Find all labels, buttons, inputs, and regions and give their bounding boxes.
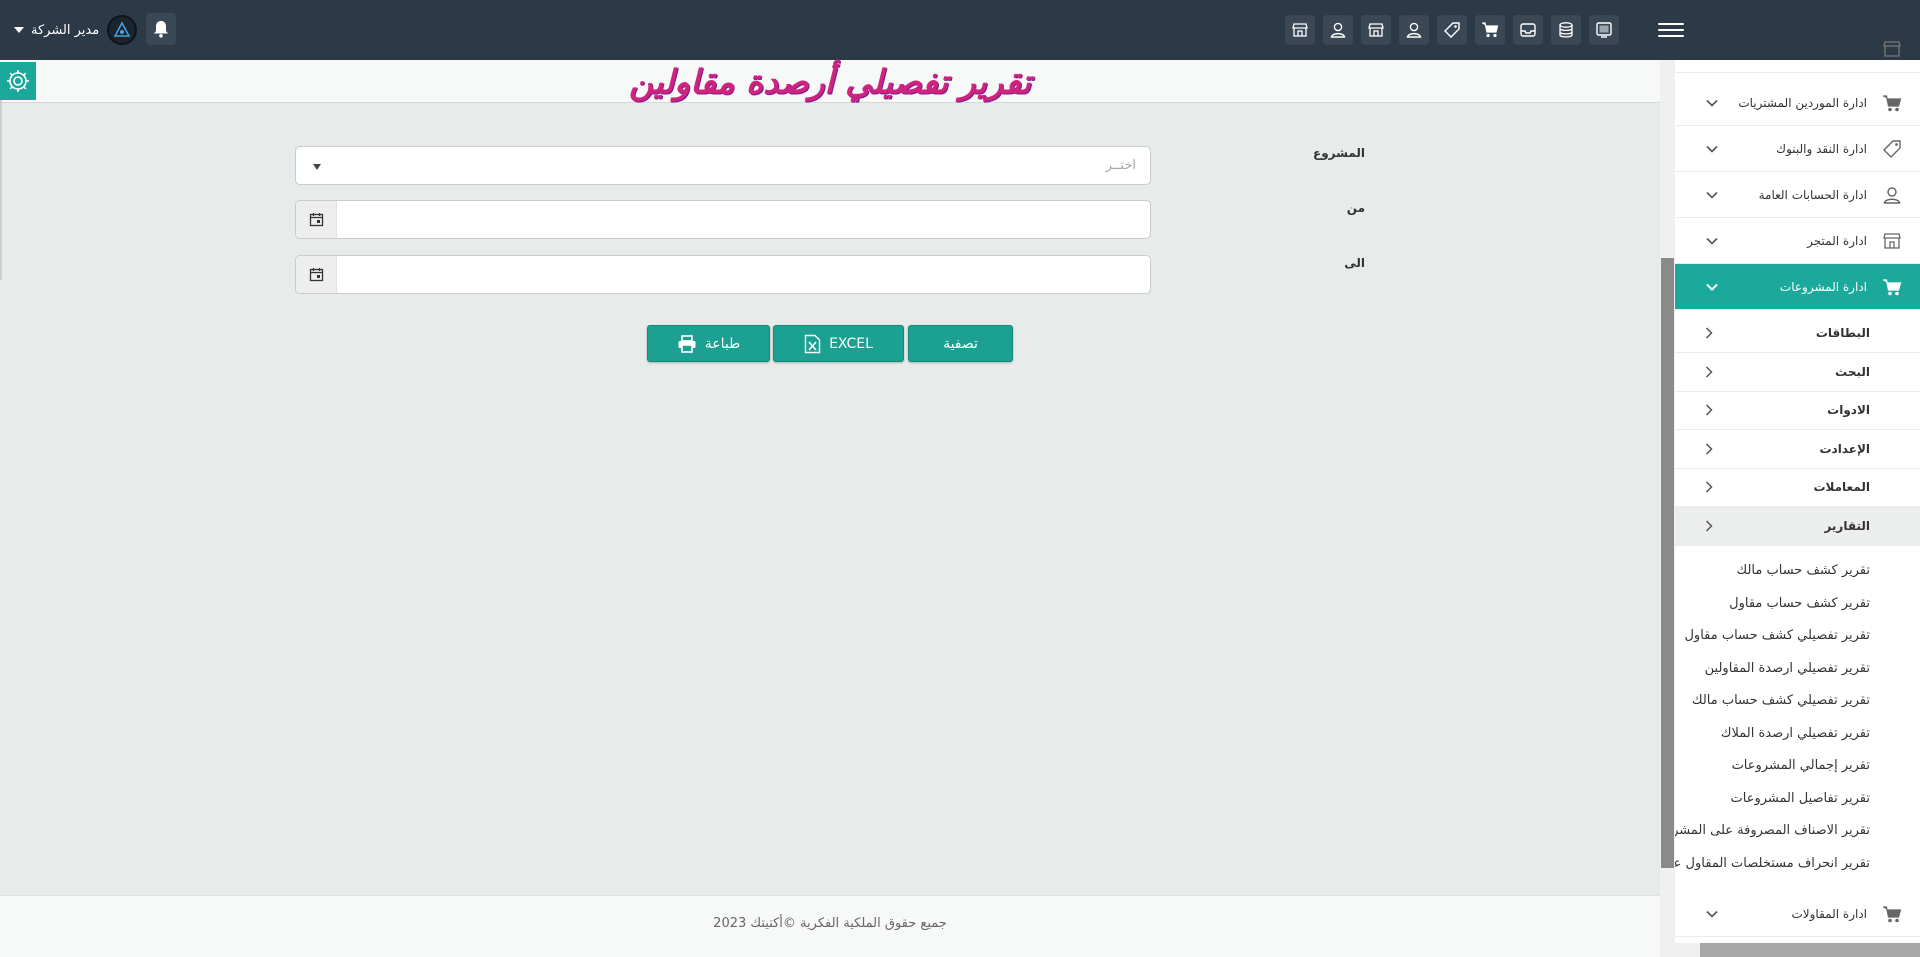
sidebar-item-partial[interactable] xyxy=(1675,40,1920,73)
user-name: مدير الشركة xyxy=(31,22,100,38)
print-button-label: طباعة xyxy=(704,335,741,352)
report-link[interactable]: تقرير تفصيلي ارصدة الملاك xyxy=(1721,726,1870,741)
sidebar-subitem-label: التقارير xyxy=(1824,519,1870,533)
store-icon[interactable] xyxy=(1285,15,1315,45)
logo-icon xyxy=(113,21,131,37)
sidebar-item-contracting[interactable]: ادارة المقاولات xyxy=(1675,891,1920,937)
store-icon xyxy=(1879,228,1905,254)
report-link[interactable]: تقرير تفصيلي كشف حساب مالك xyxy=(1692,693,1870,708)
sidebar-subitem-search[interactable]: البحث xyxy=(1675,353,1920,392)
chevron-right-icon xyxy=(1703,327,1715,339)
report-link[interactable]: تقرير تفصيلي ارصدة المقاولين xyxy=(1705,661,1870,676)
page-header: تقرير تفصيلي أرصدة مقاولين xyxy=(0,60,1660,103)
tag-icon[interactable] xyxy=(1437,15,1467,45)
sidebar-item-cash-banks[interactable]: ادارة النقد والبنوك xyxy=(1675,126,1920,172)
chevron-down-icon xyxy=(1705,907,1719,921)
sidebar-horizontal-scrollbar-thumb[interactable] xyxy=(1700,943,1920,957)
chevron-right-icon xyxy=(1703,366,1715,378)
page-title: تقرير تفصيلي أرصدة مقاولين xyxy=(628,62,1032,101)
report-link[interactable]: تقرير كشف حساب مالك xyxy=(1737,563,1870,578)
cart-icon xyxy=(1879,274,1905,300)
project-select-placeholder: اختــر xyxy=(1105,158,1136,173)
calendar-icon[interactable] xyxy=(296,256,337,293)
sidebar-item-projects[interactable]: ادارة المشروعات xyxy=(1675,264,1920,310)
cart-icon xyxy=(1879,90,1905,116)
filter-button-label: تصفية xyxy=(943,335,978,352)
from-date-field[interactable] xyxy=(295,200,1151,239)
cart-icon xyxy=(1879,901,1905,927)
to-date-field[interactable] xyxy=(295,255,1151,294)
sidebar-item-label: ادارة المشروعات xyxy=(1779,279,1867,294)
avatar xyxy=(107,15,138,45)
store-icon xyxy=(1879,40,1905,62)
database-icon[interactable] xyxy=(1551,15,1581,45)
sidebar-item-suppliers[interactable]: ادارة الموردين المشتريات xyxy=(1675,80,1920,126)
hamburger-menu-icon[interactable] xyxy=(1658,18,1684,42)
select-arrow-icon xyxy=(313,164,321,170)
project-select[interactable]: اختــر xyxy=(295,146,1151,185)
excel-button-label: EXCEL xyxy=(829,335,873,352)
report-link[interactable]: تقرير تفاصيل المشروعات xyxy=(1731,791,1870,806)
sidebar-subitem-label: المعاملات xyxy=(1813,480,1870,494)
printer-icon xyxy=(678,334,696,353)
top-navbar: مدير الشركة xyxy=(0,0,1920,60)
sidebar-subitem-label: الإعدادت xyxy=(1819,442,1870,456)
sidebar-subitem-cards[interactable]: البطاقات xyxy=(1675,314,1920,353)
notifications-button[interactable] xyxy=(146,13,176,45)
bell-icon xyxy=(154,21,168,38)
settings-gear-icon[interactable] xyxy=(0,62,36,100)
from-date-label: من xyxy=(1346,201,1365,215)
sidebar-subitem-reports[interactable]: التقارير xyxy=(1675,507,1920,546)
tag-icon xyxy=(1879,136,1905,162)
chevron-down-icon xyxy=(1705,280,1719,294)
chevron-right-icon xyxy=(1703,520,1715,532)
reports-list: تقرير كشف حساب مالك تقرير كشف حساب مقاول… xyxy=(1675,546,1920,876)
sidebar-subitem-label: الادوات xyxy=(1827,403,1870,417)
footer-copyright: جميع حقوق الملكية الفكرية ©أكتيتك 2023 xyxy=(713,916,947,931)
excel-button[interactable]: EXCEL xyxy=(773,325,904,362)
sidebar-item-label: ادارة النقد والبنوك xyxy=(1776,141,1867,156)
user-menu[interactable]: مدير الشركة xyxy=(14,12,138,48)
sidebar-item-label: ادارة المتجر xyxy=(1807,233,1867,248)
filter-button[interactable]: تصفية xyxy=(908,325,1013,362)
chevron-right-icon xyxy=(1703,404,1715,416)
footer: جميع حقوق الملكية الفكرية ©أكتيتك 2023 xyxy=(0,895,1660,957)
chevron-down-icon xyxy=(1705,234,1719,248)
sidebar-item-general-accounts[interactable]: ادارة الحسابات العامة xyxy=(1675,172,1920,218)
caret-down-icon xyxy=(14,27,24,33)
sidebar-subitem-tools[interactable]: الادوات xyxy=(1675,391,1920,430)
report-link[interactable]: تقرير انحراف مستخلصات المقاول عن المقايس… xyxy=(1675,856,1870,871)
sidebar-scrollbar-thumb[interactable] xyxy=(1661,258,1674,868)
sidebar-subitem-label: البحث xyxy=(1835,365,1870,379)
calendar-icon[interactable] xyxy=(296,201,337,238)
report-link[interactable]: تقرير إجمالي المشروعات xyxy=(1732,758,1870,773)
sidebar-item-label: ادارة الحسابات العامة xyxy=(1758,187,1867,202)
project-label: المشروع xyxy=(1313,146,1365,160)
report-link[interactable]: تقرير الاصناف المصروفة على المشروع xyxy=(1675,823,1870,838)
user-icon xyxy=(1879,182,1905,208)
user-icon[interactable] xyxy=(1399,15,1429,45)
sidebar-item-label: ادارة الموردين المشتريات xyxy=(1738,95,1867,110)
sidebar-subitem-transactions[interactable]: المعاملات xyxy=(1675,468,1920,507)
report-link[interactable]: تقرير تفصيلي كشف حساب مقاول xyxy=(1684,628,1870,643)
sidebar-item-label: ادارة المقاولات xyxy=(1791,906,1868,921)
store-icon[interactable] xyxy=(1361,15,1391,45)
monitor-icon[interactable] xyxy=(1589,15,1619,45)
print-button[interactable]: طباعة xyxy=(647,325,770,362)
chevron-right-icon xyxy=(1703,481,1715,493)
chevron-down-icon xyxy=(1705,142,1719,156)
sidebar-item-store[interactable]: ادارة المتجر xyxy=(1675,218,1920,264)
chevron-right-icon xyxy=(1703,443,1715,455)
left-edge-divider xyxy=(0,100,2,280)
chevron-down-icon xyxy=(1705,188,1719,202)
sidebar-subitem-label: البطاقات xyxy=(1815,326,1870,340)
sidebar-subitem-settings[interactable]: الإعدادت xyxy=(1675,430,1920,469)
user-icon[interactable] xyxy=(1323,15,1353,45)
to-date-label: الى xyxy=(1344,256,1365,270)
chevron-down-icon xyxy=(1705,96,1719,110)
excel-file-icon xyxy=(804,334,821,353)
inbox-icon[interactable] xyxy=(1513,15,1543,45)
report-link[interactable]: تقرير كشف حساب مقاول xyxy=(1729,596,1870,611)
cart-icon[interactable] xyxy=(1475,15,1505,45)
